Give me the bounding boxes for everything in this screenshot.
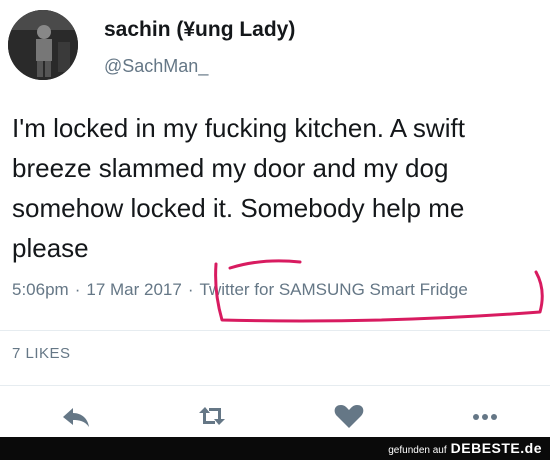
tweet-meta: 5:06pm · 17 Mar 2017 · Twitter for SAMSUNG S…: [12, 280, 468, 300]
reply-icon[interactable]: [60, 402, 92, 430]
like-icon[interactable]: [333, 402, 365, 430]
divider: [0, 330, 550, 331]
watermark-footer: gefunden auf DEBESTE.de: [0, 437, 550, 460]
likes-count[interactable]: 7 LIKES: [12, 345, 71, 362]
tweet-date[interactable]: 17 Mar 2017: [86, 280, 181, 299]
user-handle[interactable]: @SachMan_: [104, 56, 208, 77]
more-icon[interactable]: [469, 402, 501, 430]
display-name[interactable]: sachin (¥ung Lady): [104, 18, 295, 42]
meta-separator: ·: [187, 280, 194, 299]
divider: [0, 385, 550, 386]
meta-separator: ·: [74, 280, 81, 299]
tweet-source[interactable]: Twitter for SAMSUNG Smart Fridge: [200, 280, 468, 299]
tweet-text: I'm locked in my fucking kitchen. A swif…: [12, 113, 465, 263]
retweet-icon[interactable]: [196, 402, 228, 430]
avatar[interactable]: [8, 10, 78, 80]
tweet-time[interactable]: 5:06pm: [12, 280, 69, 299]
watermark-brand: DEBESTE.de: [450, 440, 542, 456]
watermark-caption: gefunden auf: [388, 445, 447, 456]
avatar-photo: [8, 10, 78, 80]
